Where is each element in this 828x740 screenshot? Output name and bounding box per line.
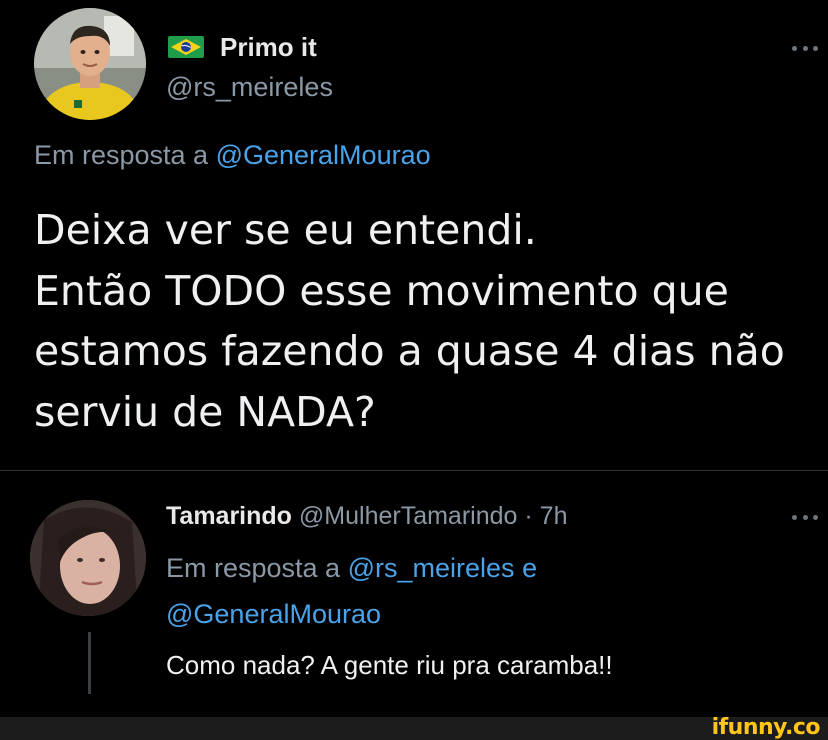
reply-prefix: Em resposta a xyxy=(166,553,341,583)
brazil-flag-icon xyxy=(168,36,204,58)
user-handle[interactable]: @rs_meireles xyxy=(166,72,333,103)
avatar-primo-it[interactable] xyxy=(34,8,146,120)
reply-joiner: e xyxy=(522,553,538,583)
thread-line xyxy=(88,632,91,694)
tweet-text: Deixa ver se eu entendi. Então TODO esse… xyxy=(34,200,814,442)
display-name[interactable]: Primo it xyxy=(220,32,317,63)
reply-context-line: @GeneralMourao xyxy=(166,591,786,637)
reply-handle[interactable]: @MulherTamarindo xyxy=(299,502,518,530)
reply-prefix: Em resposta a xyxy=(34,140,209,170)
tweet-text-line: estamos fazendo a quase 4 dias não xyxy=(34,327,785,375)
more-options-icon[interactable] xyxy=(792,44,818,52)
reply-context-line: Em resposta a @rs_meireles e xyxy=(166,545,786,591)
reply-context: Em resposta a @rs_meireles e @GeneralMou… xyxy=(166,545,786,637)
reply-timestamp[interactable]: 7h xyxy=(540,502,568,530)
reply-header: Tamarindo @MulherTamarindo · 7h xyxy=(166,502,567,531)
mention-link[interactable]: @GeneralMourao xyxy=(216,140,431,170)
footer-bar xyxy=(0,717,828,740)
tweet-text-line: Então TODO esse movimento que xyxy=(34,266,729,315)
mention-link[interactable]: @rs_meireles xyxy=(348,553,515,583)
reply-context: Em resposta a @GeneralMourao xyxy=(34,140,431,171)
reply-display-name[interactable]: Tamarindo xyxy=(166,502,292,530)
tweet-divider xyxy=(0,470,828,471)
avatar-image xyxy=(34,8,146,120)
mention-link[interactable]: @GeneralMourao xyxy=(166,599,381,629)
tweet-text-line: Deixa ver se eu entendi. xyxy=(34,206,537,254)
separator-dot: · xyxy=(524,502,533,530)
reply-text: Como nada? A gente riu pra caramba!! xyxy=(166,650,613,680)
display-name-row: Primo it xyxy=(168,30,317,64)
avatar-image xyxy=(30,500,146,616)
more-options-icon[interactable] xyxy=(792,513,818,521)
ifunny-watermark-logo: ifunny.co xyxy=(711,715,821,740)
main-tweet: Primo it @rs_meireles Em resposta a @Gen… xyxy=(0,0,828,470)
avatar-tamarindo[interactable] xyxy=(30,500,146,616)
tweet-text-line: serviu de NADA? xyxy=(34,387,376,436)
